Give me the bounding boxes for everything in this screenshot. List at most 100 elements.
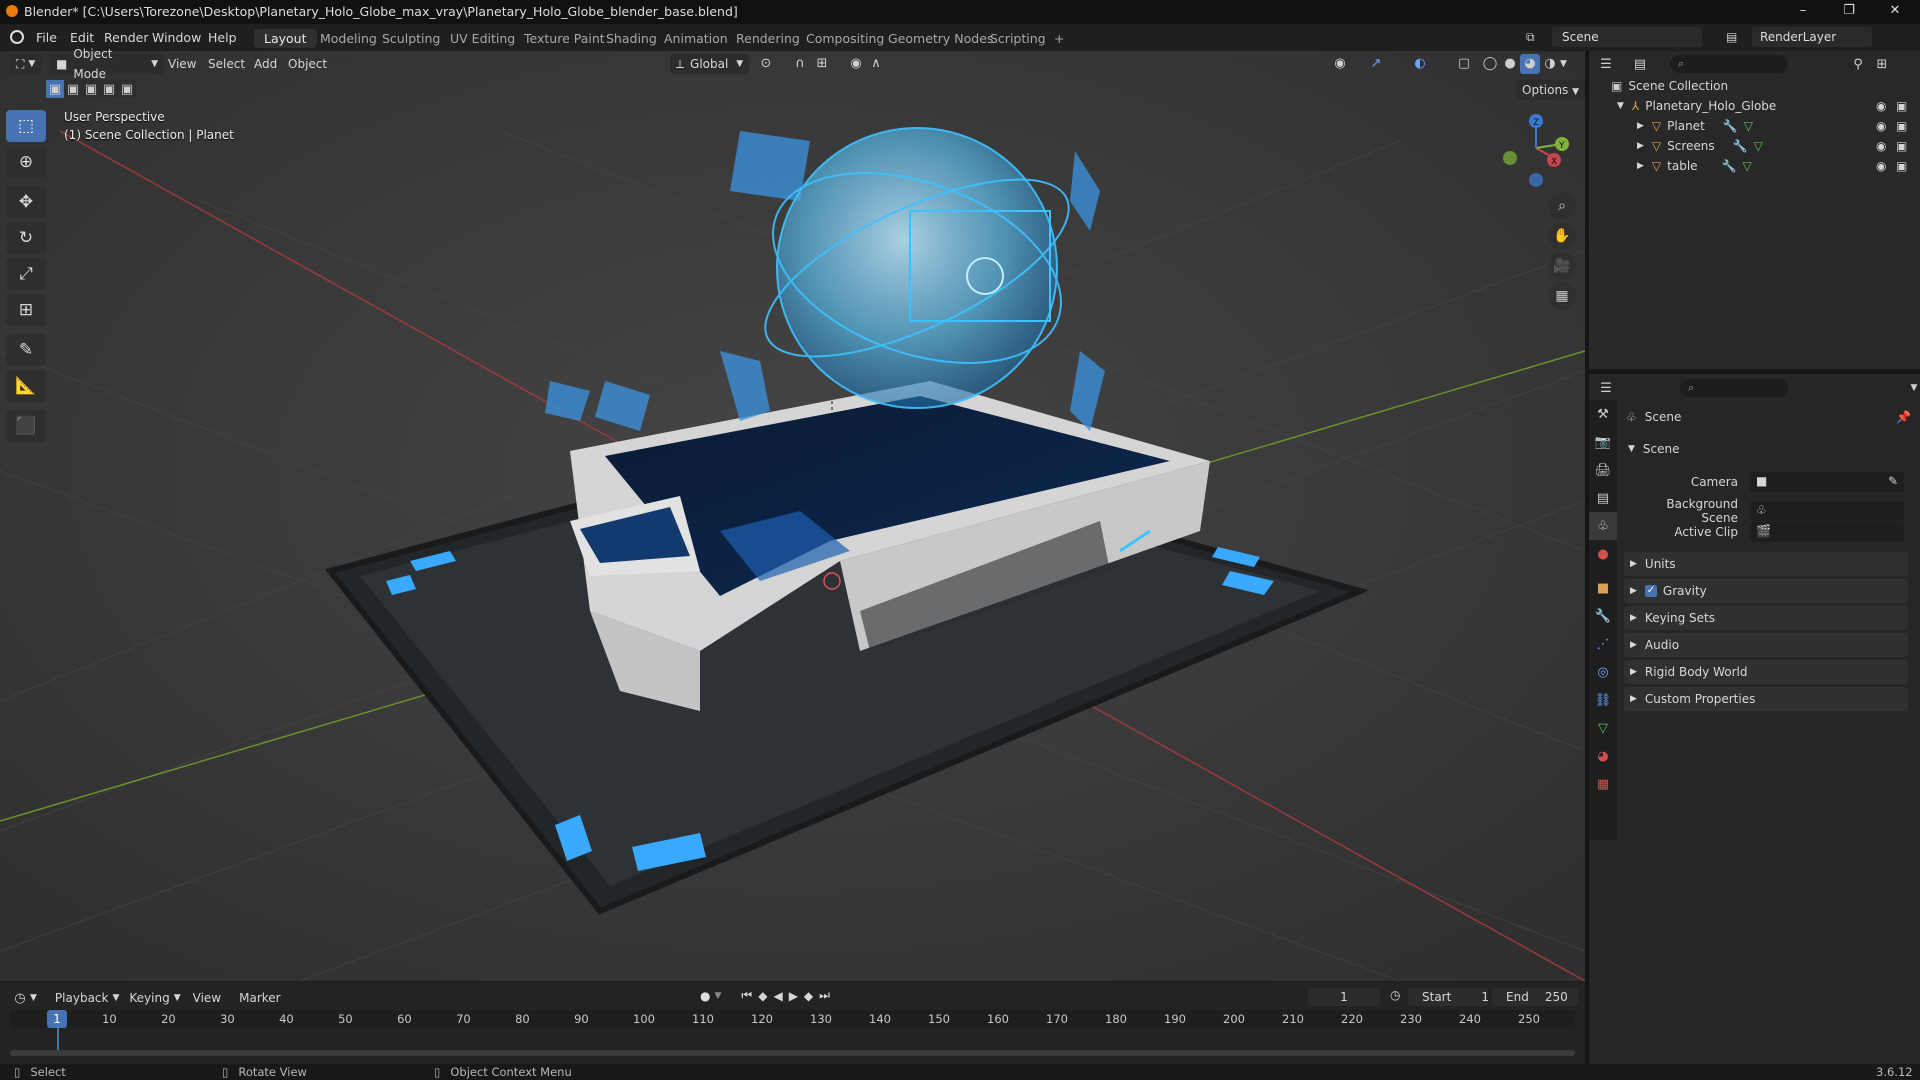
transform-tool[interactable]: ⊞	[6, 294, 46, 326]
texture-tab-icon[interactable]: ▦	[1589, 770, 1617, 798]
pan-button[interactable]: ✋	[1548, 222, 1576, 250]
keying-sets-panel[interactable]: ▶ Keying Sets	[1624, 606, 1908, 630]
editor-type-button[interactable]: ⛶ ▼	[10, 54, 42, 74]
outliner-search-input[interactable]: ⌕	[1670, 55, 1788, 73]
outliner-row-scene-collection[interactable]: ▣ Scene Collection	[1589, 76, 1920, 96]
scene-selector-icon[interactable]: ⧉	[1526, 30, 1535, 45]
constraints-tab-icon[interactable]: ⛓	[1589, 686, 1617, 714]
start-frame-field[interactable]: Start 1	[1408, 988, 1489, 1006]
solid-shading[interactable]: ●	[1500, 54, 1520, 74]
clock-icon[interactable]: ◷	[1390, 988, 1400, 1002]
gizmo-neg-z-icon[interactable]	[1529, 173, 1543, 187]
xray-toggle[interactable]: ▢	[1454, 54, 1474, 74]
object-mode-dropdown[interactable]: ■ Object Mode ▼	[50, 47, 164, 81]
move-tool[interactable]: ✥	[6, 186, 46, 218]
timeline-scrollbar[interactable]	[10, 1050, 1575, 1056]
camera-render-icon[interactable]: ▣	[1896, 119, 1907, 133]
properties-editor-icon[interactable]: ☰	[1596, 378, 1616, 398]
tool-tab-icon[interactable]: ⚒	[1589, 400, 1617, 428]
world-tab-icon[interactable]: ●	[1589, 540, 1617, 568]
scene-tab-icon[interactable]: ♧	[1589, 512, 1617, 540]
current-frame-field[interactable]: 1	[1308, 988, 1380, 1006]
eye-icon[interactable]: ◉	[1876, 99, 1886, 113]
tab-uv-editing[interactable]: UV Editing	[440, 29, 525, 48]
overlays-toggle[interactable]: ◐	[1410, 54, 1430, 74]
maximize-button[interactable]: ❐	[1826, 0, 1872, 24]
pivot-point-button[interactable]: ⊙	[756, 54, 776, 74]
rendered-shading[interactable]: ◑	[1540, 54, 1560, 74]
pin-icon[interactable]: 📌	[1896, 410, 1911, 424]
snap-target-button[interactable]: ⊞	[812, 54, 832, 74]
outliner-row-table[interactable]: ▶ ▽ table 🔧 ▽ ◉ ▣	[1589, 156, 1920, 176]
background-scene-field[interactable]: ♧	[1750, 501, 1904, 521]
menu-help[interactable]: Help	[208, 30, 237, 45]
measure-tool[interactable]: 📐	[6, 370, 46, 402]
viewport-menu-select[interactable]: Select	[208, 54, 245, 74]
chevron-down-icon[interactable]: ▼	[1904, 378, 1920, 398]
snap-button[interactable]: ∩	[790, 54, 810, 74]
expand-arrow-icon[interactable]: ▶	[1637, 161, 1644, 171]
viewport-menu-add[interactable]: Add	[254, 54, 277, 74]
viewport-menu-view[interactable]: View	[168, 54, 196, 74]
custom-properties-panel[interactable]: ▶ Custom Properties	[1624, 687, 1908, 711]
expand-arrow-icon[interactable]: ▶	[1637, 121, 1644, 131]
select-new-icon[interactable]: ▣	[46, 80, 64, 98]
jump-end-icon[interactable]: ⏭	[819, 988, 830, 1003]
scene-section-header[interactable]: ▼ Scene	[1628, 442, 1680, 456]
physics-tab-icon[interactable]: ◎	[1589, 658, 1617, 686]
record-icon[interactable]: ●	[700, 989, 710, 1003]
timeline-menu-keying[interactable]: Keying	[129, 991, 169, 1005]
eye-icon[interactable]: ◉	[1876, 159, 1886, 173]
add-workspace-button[interactable]: +	[1044, 29, 1074, 48]
menu-render[interactable]: Render	[104, 30, 149, 45]
object-tab-icon[interactable]: ■	[1589, 574, 1617, 602]
falloff-button[interactable]: ∧	[866, 54, 886, 74]
minimize-button[interactable]: –	[1780, 0, 1826, 24]
camera-field[interactable]: ■ ✎	[1750, 472, 1904, 492]
gizmo-toggle[interactable]: ↗	[1366, 54, 1386, 74]
material-shading[interactable]: ◕	[1520, 54, 1540, 74]
gravity-panel[interactable]: ▶ ✓ Gravity	[1624, 579, 1908, 603]
display-mode-icon[interactable]: ▤	[1630, 54, 1650, 74]
select-difference-icon[interactable]: ▣	[100, 80, 118, 98]
eyedropper-icon[interactable]: ✎	[1888, 474, 1898, 488]
rigid-body-world-panel[interactable]: ▶ Rigid Body World	[1624, 660, 1908, 684]
view-layer-tab-icon[interactable]: ▤	[1589, 484, 1617, 512]
tab-sculpting[interactable]: Sculpting	[372, 29, 450, 48]
ortho-toggle-button[interactable]: ▦	[1548, 282, 1576, 310]
output-tab-icon[interactable]: 🖨	[1589, 456, 1617, 484]
camera-view-button[interactable]: 🎥	[1548, 252, 1576, 280]
renderlayer-field[interactable]: RenderLayer	[1752, 27, 1872, 47]
render-tab-icon[interactable]: 📷	[1589, 428, 1617, 456]
menu-edit[interactable]: Edit	[70, 30, 94, 45]
zoom-button[interactable]: ⌕	[1548, 192, 1576, 220]
jump-keyframe-back-icon[interactable]: ◆	[758, 989, 767, 1003]
eye-icon[interactable]: ◉	[1876, 119, 1886, 133]
eye-icon[interactable]: ◉	[1876, 139, 1886, 153]
outliner-row-screens[interactable]: ▶ ▽ Screens 🔧 ▽ ◉ ▣	[1589, 136, 1920, 156]
gizmo-neg-y-icon[interactable]	[1503, 151, 1517, 165]
visibility-button[interactable]: ◉	[1330, 54, 1350, 74]
options-dropdown[interactable]: Options ▼	[1516, 80, 1586, 100]
material-tab-icon[interactable]: ◕	[1589, 742, 1617, 770]
playhead[interactable]: 1	[47, 1010, 67, 1028]
timeline-editor-icon[interactable]: ◷	[10, 988, 30, 1008]
play-icon[interactable]: ▶	[789, 989, 798, 1003]
data-tab-icon[interactable]: ▽	[1589, 714, 1617, 742]
select-box-tool[interactable]: ⬚	[6, 110, 46, 142]
wireframe-shading[interactable]: ◯	[1480, 54, 1500, 74]
scale-tool[interactable]: ⤢	[6, 258, 46, 290]
new-collection-icon[interactable]: ⊞	[1872, 54, 1892, 74]
timeline-menu-marker[interactable]: Marker	[239, 991, 280, 1005]
end-frame-field[interactable]: End 250	[1492, 988, 1578, 1006]
cursor-tool[interactable]: ⊕	[6, 146, 46, 178]
camera-render-icon[interactable]: ▣	[1896, 99, 1907, 113]
jump-start-icon[interactable]: ⏮	[741, 988, 752, 1003]
tab-layout[interactable]: Layout	[254, 29, 317, 48]
scene-field[interactable]: Scene	[1552, 27, 1702, 47]
viewport-menu-object[interactable]: Object	[288, 54, 327, 74]
3d-viewport[interactable]	[0, 51, 1585, 981]
menu-window[interactable]: Window	[152, 30, 201, 45]
outliner-row-planet[interactable]: ▶ ▽ Planet 🔧 ▽ ◉ ▣	[1589, 116, 1920, 136]
camera-render-icon[interactable]: ▣	[1896, 139, 1907, 153]
